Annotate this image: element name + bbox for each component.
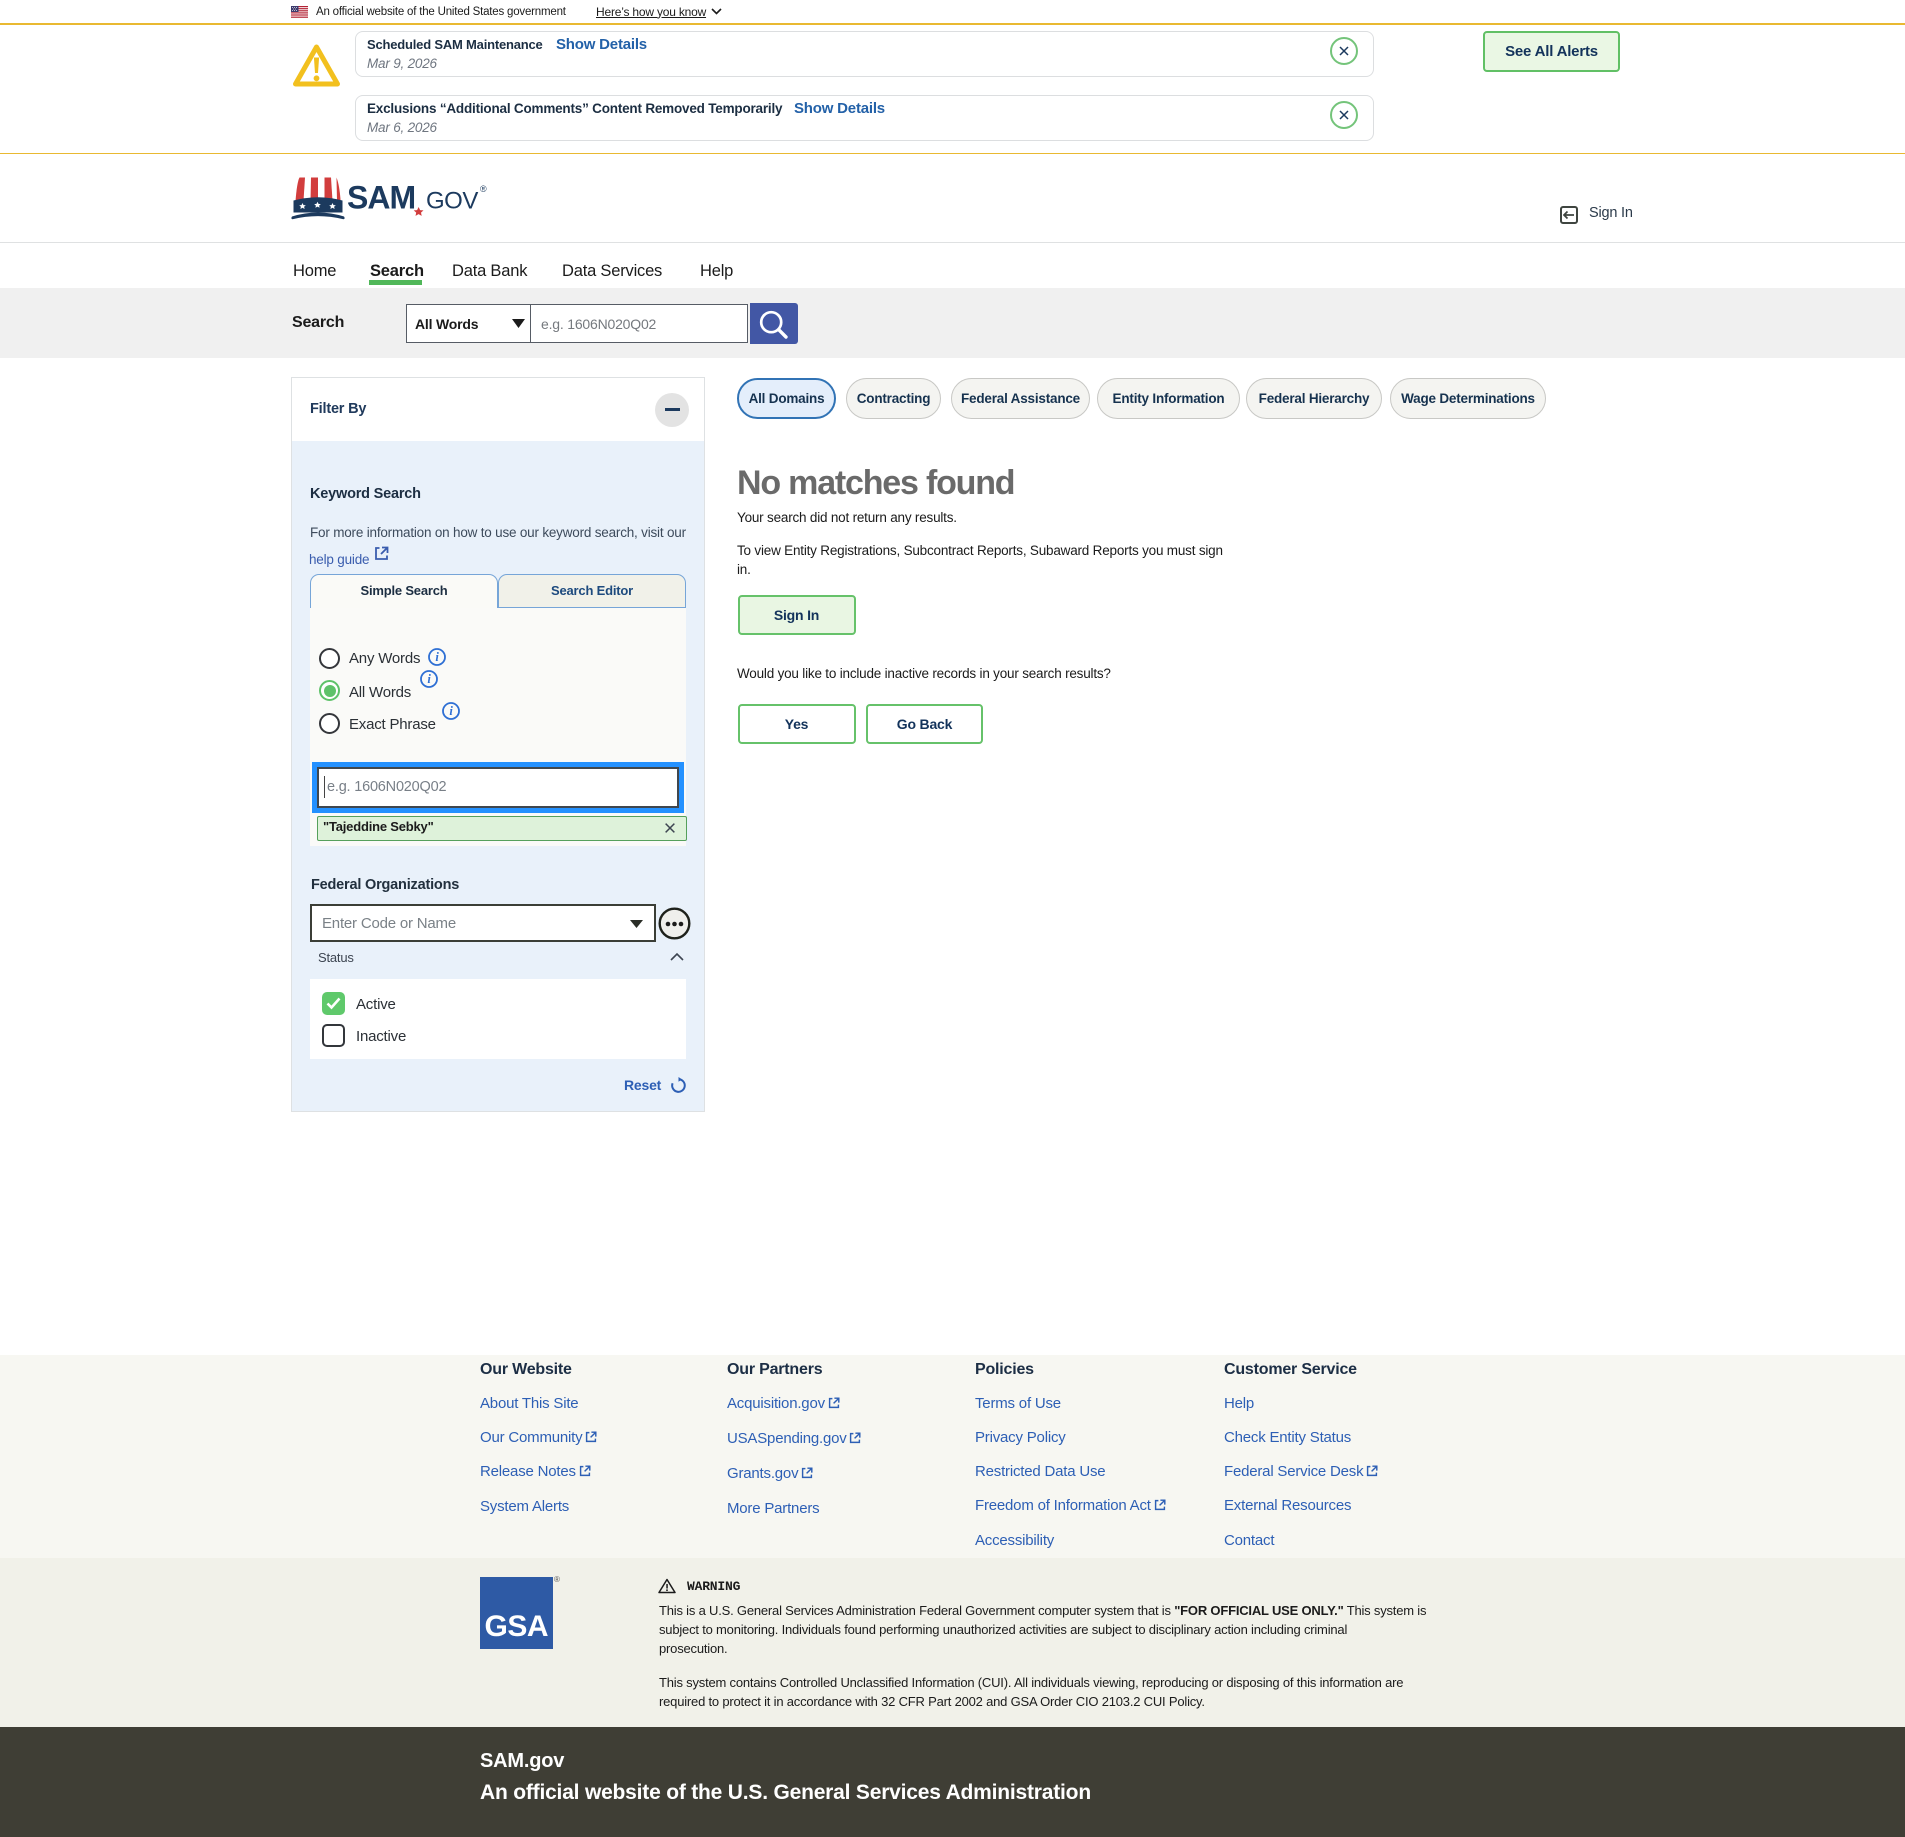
- svg-text:i: i: [427, 672, 431, 686]
- svg-text:SAM: SAM: [347, 180, 415, 216]
- svg-text:i: i: [449, 704, 453, 718]
- svg-text:i: i: [435, 650, 439, 664]
- svg-text:®: ®: [480, 184, 487, 194]
- svg-text:GOV: GOV: [426, 188, 478, 215]
